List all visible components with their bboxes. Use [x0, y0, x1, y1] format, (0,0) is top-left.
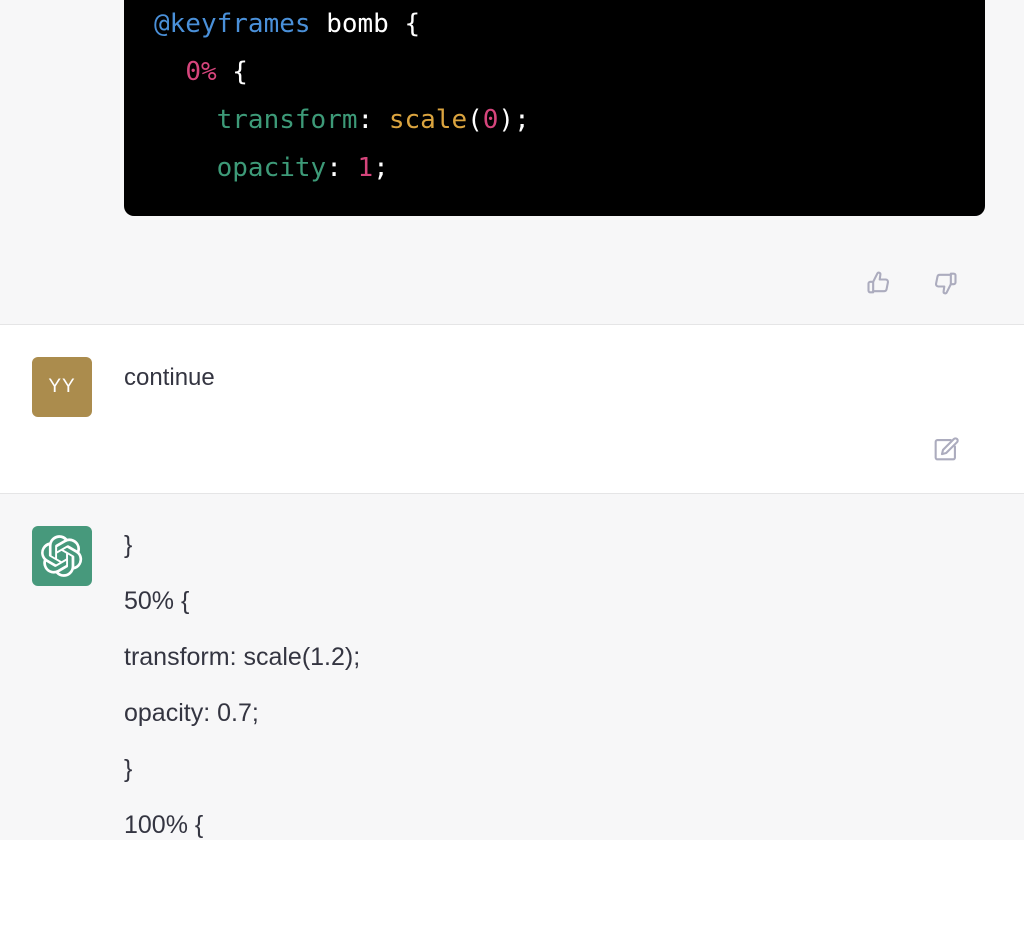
chat-thread: @keyframes bomb { 0% { transform: scale(…: [0, 0, 1024, 840]
assistant-action-bar: [124, 216, 984, 324]
code-token: 1: [357, 153, 374, 183]
code-line: @keyframes bomb {: [124, 0, 985, 48]
code-token: opacity: [216, 153, 327, 183]
assistant-message-text: } 50% { transform: scale(1.2); opacity: 0.7…: [0, 494, 1024, 840]
thumbs-up-icon: [865, 269, 893, 297]
edit-pencil-icon: [931, 436, 959, 464]
user-message-body: continue: [0, 325, 1024, 493]
code-token: scale: [388, 105, 468, 135]
thumbs-down-icon: [931, 269, 959, 297]
assistant-text-line: }: [124, 755, 133, 783]
thumbs-down-button[interactable]: [930, 268, 960, 298]
assistant-text-line: transform: scale(1.2);: [124, 643, 361, 671]
code-token: {: [216, 57, 248, 87]
code-line: opacity: 1;: [124, 144, 985, 192]
code-token: :: [357, 105, 389, 135]
code-token: 0: [482, 105, 499, 135]
code-token: transform: [216, 105, 358, 135]
code-token: {: [388, 9, 421, 39]
user-message-text: continue: [124, 364, 215, 391]
code-token: (: [467, 105, 483, 135]
edit-message-button[interactable]: [930, 435, 960, 465]
assistant-message-body: @keyframes bomb { 0% { transform: scale(…: [0, 0, 1024, 324]
code-line: transform: scale(0);: [124, 96, 985, 144]
assistant-text-line: 50% {: [124, 587, 190, 615]
assistant-message-body-2: } 50% { transform: scale(1.2); opacity: 0.7…: [0, 494, 1024, 840]
code-token: bomb: [326, 9, 389, 39]
code-token: 0%: [185, 57, 217, 87]
code-token: :: [326, 153, 358, 183]
user-action-bar: [124, 393, 984, 493]
code-block[interactable]: @keyframes bomb { 0% { transform: scale(…: [124, 0, 985, 216]
assistant-text-line: 100% {: [124, 811, 204, 839]
code-token: @keyframes: [154, 9, 327, 39]
thumbs-up-button[interactable]: [864, 268, 894, 298]
code-token: );: [498, 105, 530, 135]
code-token: ;: [373, 153, 389, 183]
assistant-message-lines: } 50% { transform: scale(1.2); opacity: 0.7…: [124, 494, 984, 840]
user-message: YY continue: [0, 325, 1024, 494]
assistant-text-line: opacity: 0.7;: [124, 699, 259, 727]
code-block-wrapper: @keyframes bomb { 0% { transform: scale(…: [124, 0, 985, 216]
assistant-message-code: @keyframes bomb { 0% { transform: scale(…: [0, 0, 1024, 325]
assistant-text-line: }: [124, 531, 133, 559]
code-line: 0% {: [124, 48, 985, 96]
